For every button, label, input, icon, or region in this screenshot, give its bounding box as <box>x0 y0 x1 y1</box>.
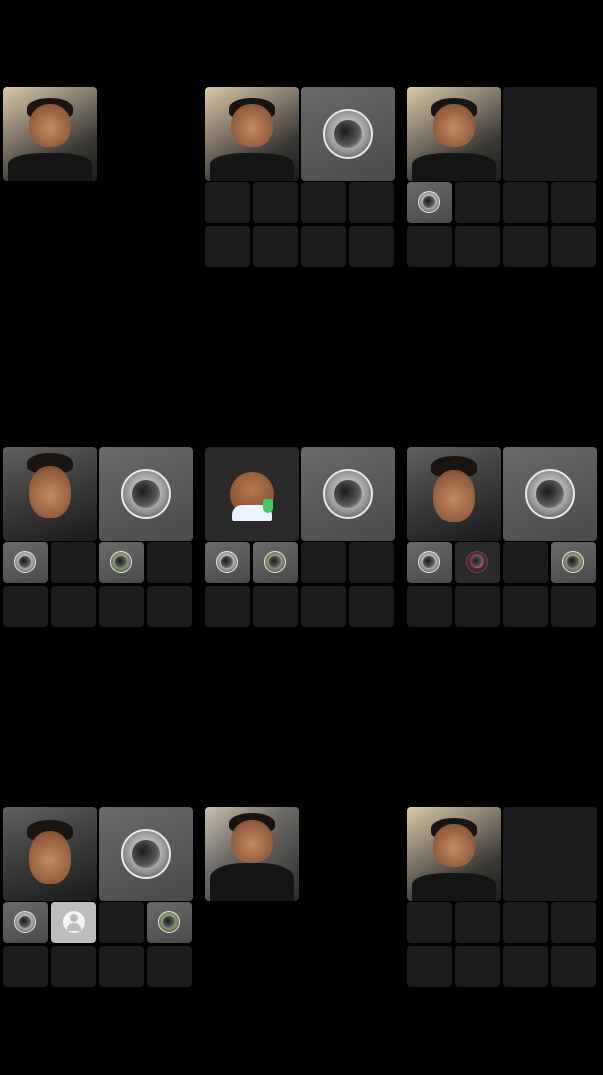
participant-avatar-tile-small[interactable] <box>3 902 48 943</box>
empty-slot <box>551 902 596 943</box>
participant-video-tile[interactable] <box>205 807 299 901</box>
participant-avatar-tile-small[interactable] <box>551 542 596 583</box>
empty-slot <box>253 182 298 223</box>
grid-panel-3 <box>407 87 599 272</box>
profile-avatar-icon <box>562 551 584 573</box>
empty-slot <box>407 946 452 987</box>
empty-slot <box>455 182 500 223</box>
empty-slot <box>503 902 548 943</box>
profile-avatar-icon <box>158 911 180 933</box>
empty-slot <box>99 946 144 987</box>
empty-slot <box>503 87 597 181</box>
empty-slot <box>503 586 548 627</box>
empty-slot <box>349 542 394 583</box>
participant-video-tile[interactable] <box>407 87 501 181</box>
empty-slot <box>455 226 500 267</box>
empty-slot <box>455 946 500 987</box>
participant-avatar-tile-small[interactable] <box>147 902 192 943</box>
profile-avatar-icon <box>323 109 373 159</box>
empty-slot <box>349 586 394 627</box>
empty-slot <box>147 946 192 987</box>
profile-avatar-icon <box>466 551 488 573</box>
participant-avatar-tile-small[interactable] <box>3 542 48 583</box>
profile-avatar-icon <box>121 829 171 879</box>
empty-slot <box>3 946 48 987</box>
participant-memoji-tile[interactable] <box>205 447 299 541</box>
grid-panel-9 <box>407 807 599 992</box>
empty-slot <box>407 586 452 627</box>
participant-video-tile[interactable] <box>205 87 299 181</box>
empty-slot <box>551 946 596 987</box>
participant-avatar-tile[interactable] <box>301 87 395 181</box>
empty-slot <box>503 807 597 901</box>
participant-video-tile[interactable] <box>3 807 97 901</box>
empty-slot <box>205 182 250 223</box>
profile-avatar-icon <box>14 911 36 933</box>
grid-panel-4 <box>3 447 195 632</box>
participant-avatar-tile[interactable] <box>99 447 193 541</box>
empty-slot <box>455 586 500 627</box>
empty-slot <box>51 946 96 987</box>
participant-avatar-tile-small[interactable] <box>407 542 452 583</box>
participant-avatar-tile-small[interactable] <box>205 542 250 583</box>
empty-slot <box>3 586 48 627</box>
participant-video-tile[interactable] <box>3 447 97 541</box>
empty-slot <box>301 542 346 583</box>
default-user-icon <box>63 911 85 933</box>
empty-slot <box>503 226 548 267</box>
participant-video-tile[interactable] <box>3 87 97 181</box>
profile-avatar-icon <box>418 191 440 213</box>
participant-avatar-tile-small[interactable] <box>253 542 298 583</box>
profile-avatar-icon <box>418 551 440 573</box>
empty-slot <box>51 586 96 627</box>
empty-slot <box>349 226 394 267</box>
grid-panel-5 <box>205 447 397 632</box>
empty-slot <box>551 586 596 627</box>
empty-slot <box>455 902 500 943</box>
profile-avatar-icon <box>110 551 132 573</box>
empty-slot <box>407 226 452 267</box>
participant-video-tile[interactable] <box>407 807 501 901</box>
empty-slot <box>147 542 192 583</box>
empty-slot <box>551 226 596 267</box>
empty-slot <box>301 586 346 627</box>
participant-avatar-tile-small[interactable] <box>407 182 452 223</box>
participant-avatar-tile[interactable] <box>301 447 395 541</box>
empty-slot <box>205 586 250 627</box>
empty-slot <box>147 586 192 627</box>
participant-video-tile[interactable] <box>407 447 501 541</box>
empty-slot <box>51 542 96 583</box>
participant-avatar-tile[interactable] <box>99 807 193 901</box>
grid-panel-7 <box>3 807 195 992</box>
empty-slot <box>301 182 346 223</box>
empty-slot <box>551 182 596 223</box>
participant-avatar-tile-small[interactable] <box>455 542 500 583</box>
profile-avatar-icon <box>216 551 238 573</box>
empty-slot <box>99 586 144 627</box>
profile-avatar-icon <box>14 551 36 573</box>
empty-slot <box>349 182 394 223</box>
empty-slot <box>407 902 452 943</box>
grid-panel-1 <box>3 87 195 272</box>
profile-avatar-icon <box>323 469 373 519</box>
empty-slot <box>99 902 144 943</box>
empty-slot <box>301 226 346 267</box>
grid-panel-6 <box>407 447 599 632</box>
empty-slot <box>503 182 548 223</box>
empty-slot <box>503 946 548 987</box>
empty-slot <box>205 226 250 267</box>
profile-avatar-icon <box>525 469 575 519</box>
profile-avatar-icon <box>121 469 171 519</box>
empty-slot <box>503 542 548 583</box>
empty-slot <box>253 586 298 627</box>
empty-slot <box>253 226 298 267</box>
participant-avatar-tile-small[interactable] <box>99 542 144 583</box>
profile-avatar-icon <box>264 551 286 573</box>
participant-avatar-tile[interactable] <box>503 447 597 541</box>
grid-panel-2 <box>205 87 397 272</box>
grid-panel-8 <box>205 807 397 992</box>
participant-placeholder-tile[interactable] <box>51 902 96 943</box>
